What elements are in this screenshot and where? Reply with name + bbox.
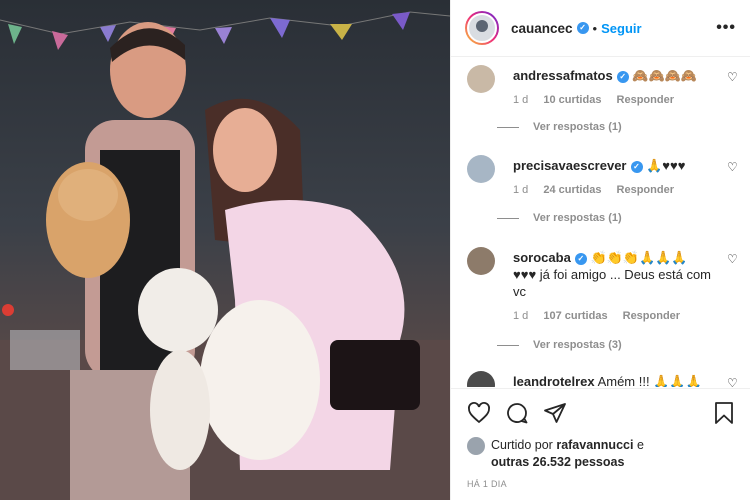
comment-username[interactable]: precisavaescrever (513, 158, 627, 173)
commenter-avatar[interactable] (467, 155, 495, 183)
liker-username[interactable]: rafavannucci (556, 438, 633, 452)
reply-button[interactable]: Responder (617, 184, 674, 196)
comment-username[interactable]: leandrotelrex (513, 374, 595, 387)
post-header: cauancec ✓ • Seguir ••• (451, 0, 750, 57)
liker-avatar[interactable] (467, 437, 485, 455)
commenter-avatar[interactable] (467, 371, 495, 387)
photo-scene (0, 11, 450, 500)
view-replies-button[interactable]: Ver respostas (3) (497, 339, 622, 351)
comment-like-heart-icon[interactable]: ♡ (727, 377, 739, 387)
verified-badge-icon: ✓ (616, 70, 629, 83)
comment-likes[interactable]: 107 curtidas (543, 310, 607, 322)
likes-others[interactable]: outras 26.532 pessoas (491, 455, 624, 469)
author-avatar[interactable] (465, 11, 499, 45)
comment-username[interactable]: sorocaba (513, 250, 571, 265)
follow-button[interactable]: Seguir (601, 21, 641, 36)
post-time-ago[interactable]: HÁ 1 DIA (467, 479, 735, 489)
comment-time[interactable]: 1 d (513, 184, 528, 196)
comment-like-heart-icon[interactable]: ♡ (727, 71, 739, 83)
reply-button[interactable]: Responder (623, 310, 680, 322)
comments-list[interactable]: andressafmatos ✓ 🙈🙈🙈🙈 1 d 10 curtidas Res… (451, 57, 750, 387)
reply-button[interactable]: Responder (617, 94, 674, 106)
view-replies-label: Ver respostas (1) (533, 121, 622, 133)
comment-like-heart-icon[interactable]: ♡ (727, 253, 739, 265)
comment-like-heart-icon[interactable]: ♡ (727, 161, 739, 173)
post-sidebar: cauancec ✓ • Seguir ••• andressafmatos ✓ … (450, 0, 750, 500)
likes-summary[interactable]: Curtido por rafavannucci e outras 26.532… (467, 437, 735, 471)
post-photo[interactable] (0, 0, 450, 500)
verified-badge-icon: ✓ (576, 22, 589, 34)
commenter-avatar[interactable] (467, 247, 495, 275)
view-replies-label: Ver respostas (3) (533, 339, 622, 351)
view-replies-label: Ver respostas (1) (533, 212, 622, 224)
separator-dot: • (592, 20, 598, 36)
more-options-icon[interactable]: ••• (716, 19, 736, 37)
likes-and: e (636, 438, 644, 452)
comment-text: Amém !!! 🙏🙏🙏 (597, 374, 702, 387)
author-username[interactable]: cauancec (511, 21, 573, 36)
verified-badge-icon: ✓ (574, 252, 587, 265)
comment-time[interactable]: 1 d (513, 310, 528, 322)
comment-icon[interactable] (505, 401, 529, 425)
share-icon[interactable] (543, 401, 567, 425)
post-actions: Curtido por rafavannucci e outras 26.532… (451, 388, 750, 500)
verified-badge-icon: ✓ (630, 160, 643, 173)
heart-icon[interactable] (467, 401, 491, 425)
comment-text: 🙈🙈🙈🙈 (632, 68, 698, 83)
comment-time[interactable]: 1 d (513, 94, 528, 106)
view-replies-button[interactable]: Ver respostas (1) (497, 212, 622, 224)
view-replies-button[interactable]: Ver respostas (1) (497, 121, 622, 133)
comment-likes[interactable]: 24 curtidas (543, 184, 601, 196)
likes-prefix: Curtido por (491, 438, 553, 452)
comment-username[interactable]: andressafmatos (513, 68, 613, 83)
comment-likes[interactable]: 10 curtidas (543, 94, 601, 106)
comment-text: 🙏♥♥♥ (646, 158, 686, 173)
bookmark-icon[interactable] (713, 401, 735, 425)
commenter-avatar[interactable] (467, 65, 495, 93)
